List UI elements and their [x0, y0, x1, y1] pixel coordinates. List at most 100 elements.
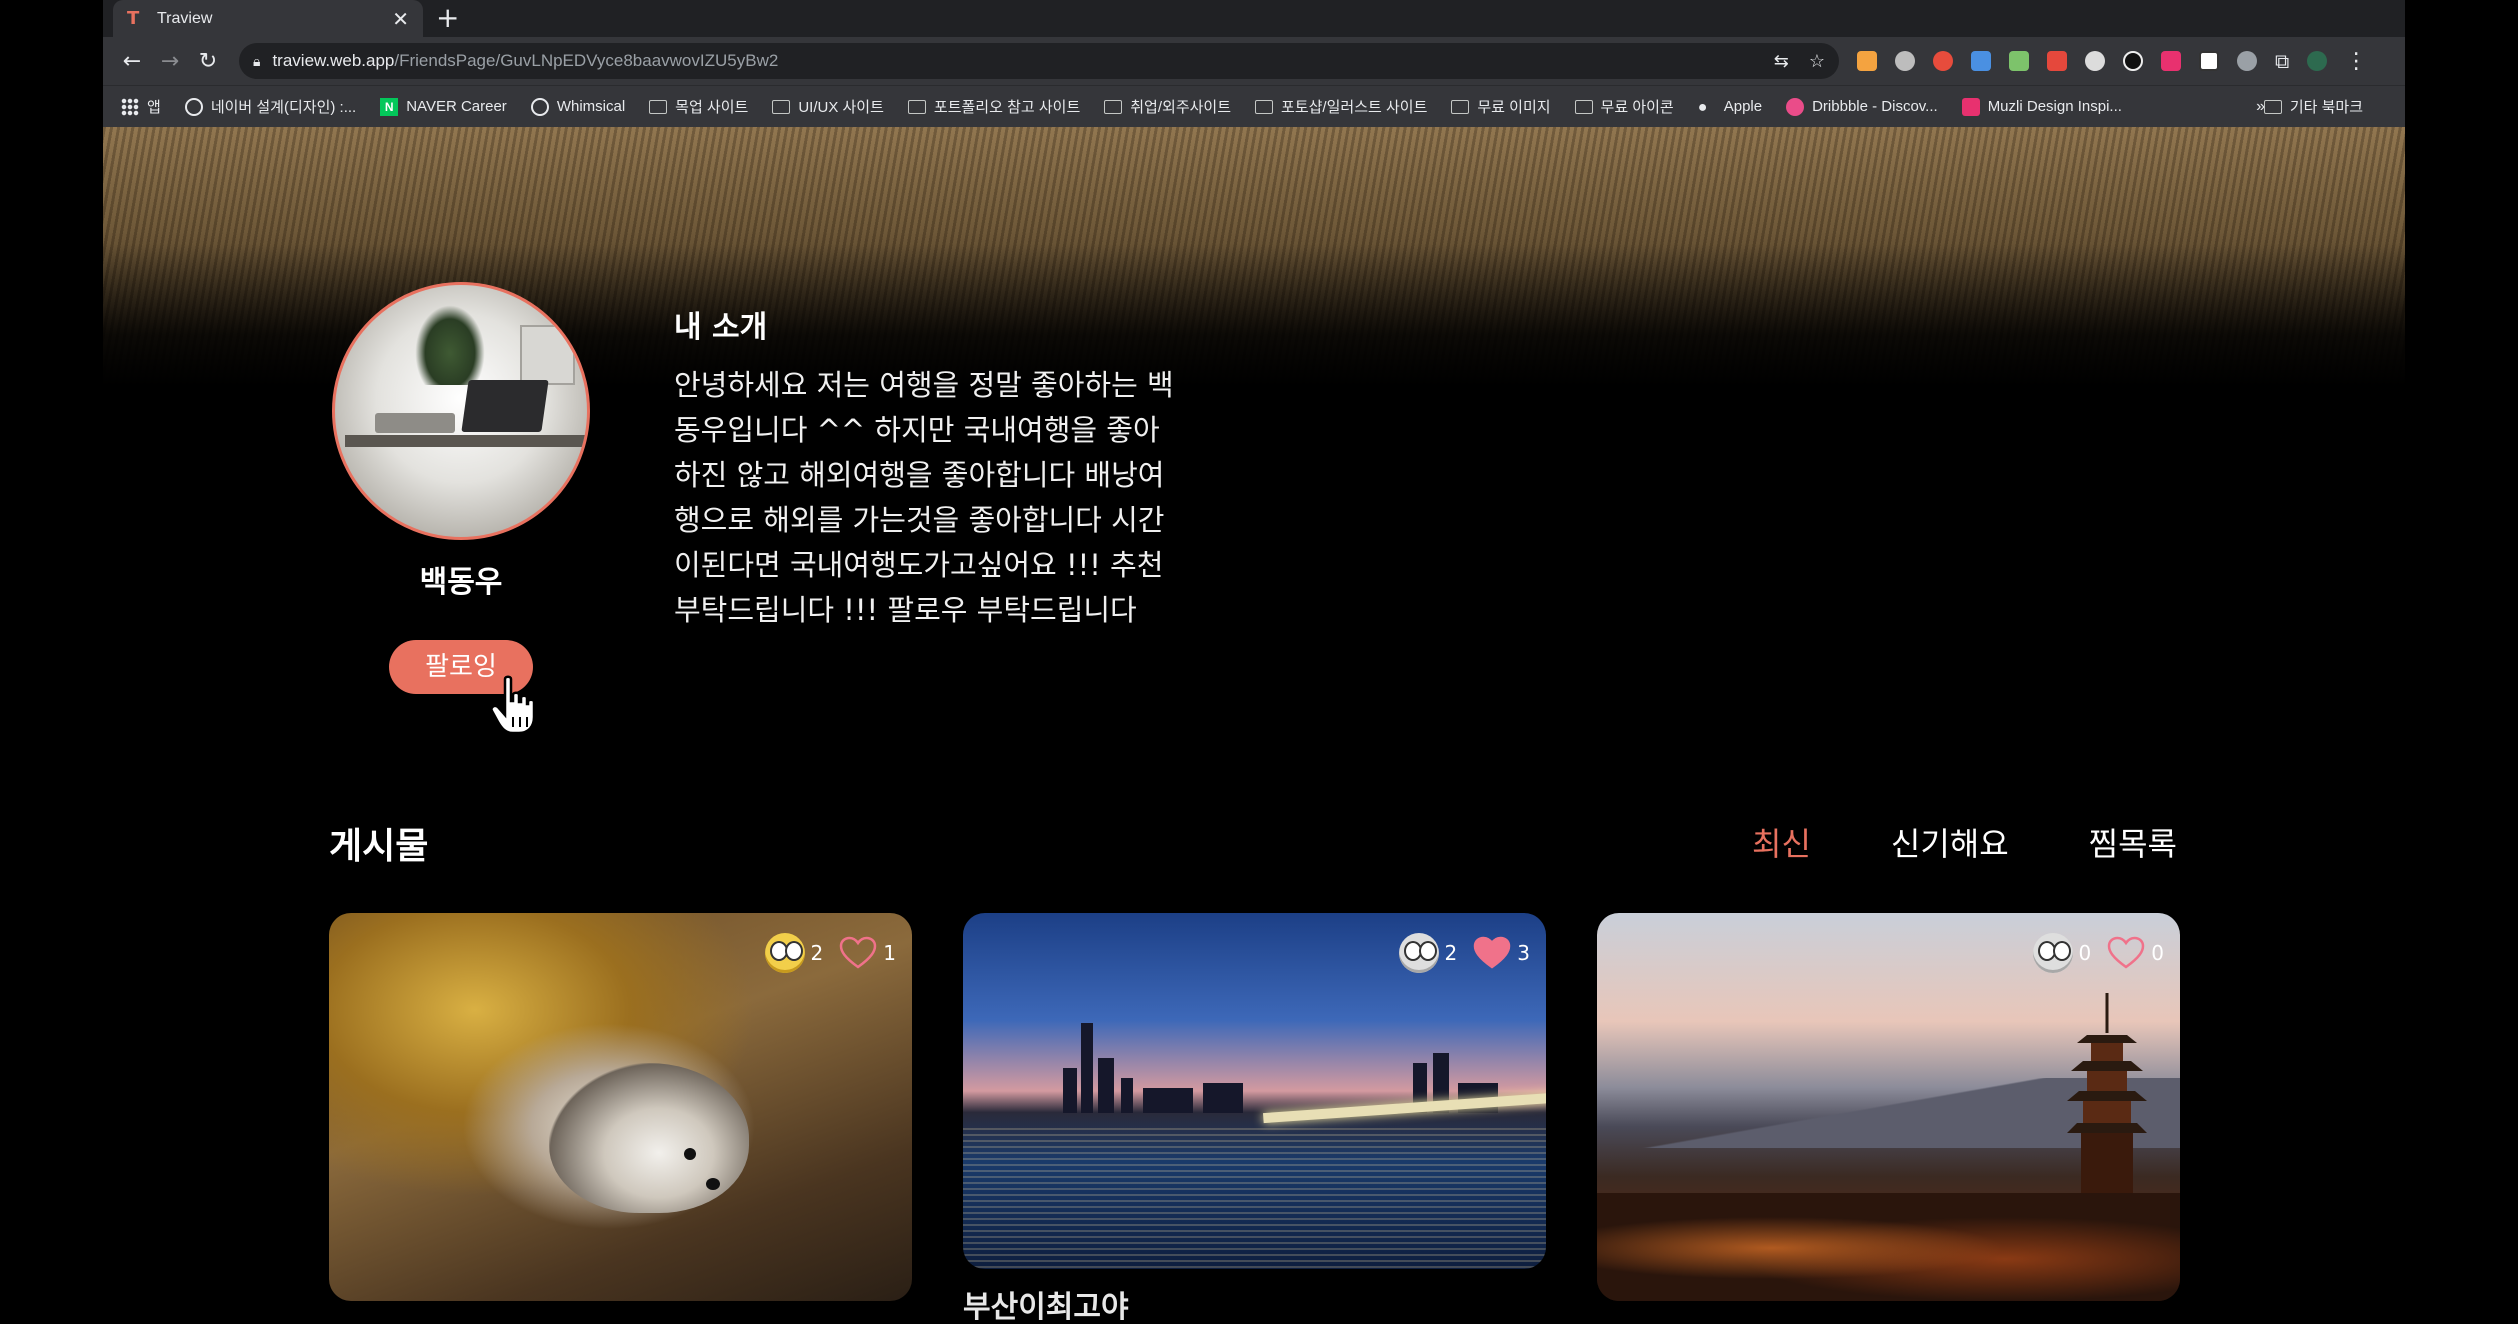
post-title[interactable]: 부산이최고야 [963, 1282, 1129, 1324]
new-tab-icon[interactable]: + [436, 2, 459, 34]
profile-avatar-icon[interactable] [2307, 51, 2328, 71]
bookmark-folder[interactable]: 포토샵/일러스트 사이트 [1255, 96, 1427, 117]
bookmark-label: NAVER Career [406, 98, 507, 115]
bookmark-label: 앱 [147, 99, 161, 116]
browser-toolbar: ← → ↻ 🔒︎ traview.web.app /FriendsPage/Gu… [103, 37, 2405, 85]
hedgehog-shape [549, 1063, 749, 1213]
bookmark-item[interactable]: N NAVER Career [380, 97, 507, 116]
bookmark-item[interactable]: Whimsical [530, 97, 626, 116]
laptop-shape [461, 380, 549, 432]
bookmark-label: Whimsical [556, 98, 626, 115]
folder-icon [2263, 99, 2282, 114]
notion-icon[interactable] [2199, 51, 2219, 71]
folder-icon [1104, 99, 1123, 114]
heart-outline-icon[interactable] [2107, 936, 2145, 970]
hedgehog-eye-shape [684, 1148, 696, 1160]
extension-icon[interactable] [1895, 51, 1915, 71]
bookmark-folder[interactable]: UI/UX 사이트 [772, 96, 884, 117]
puzzle-icon[interactable]: ⧉ [2275, 49, 2289, 73]
tab-amazing[interactable]: 신기해요 [1891, 819, 2009, 865]
heart-outline-icon[interactable] [839, 936, 877, 970]
pagoda-shape [2067, 993, 2147, 1193]
bookmark-folder[interactable]: 목업 사이트 [649, 96, 748, 117]
intro-title: 내 소개 [674, 310, 768, 345]
globe-icon [184, 97, 203, 116]
lock-icon[interactable]: 🔒︎ [253, 53, 260, 70]
heart-filled-icon[interactable] [1473, 936, 1511, 970]
post-stats: 0 0 [2032, 933, 2164, 973]
like-count: 1 [883, 941, 896, 965]
extension-icon[interactable] [1971, 51, 1991, 71]
browser-tab[interactable]: T Traview ✕ [113, 0, 423, 37]
bookmark-item[interactable]: Muzli Design Inspi... [1961, 97, 2122, 116]
laptop-shape [375, 413, 455, 433]
bookmark-folder[interactable]: 무료 이미지 [1451, 96, 1551, 117]
like-count: 0 [2151, 941, 2164, 965]
bookmark-label: 네이버 설계(디자인) :... [210, 99, 357, 116]
post-card[interactable]: 0 0 [1597, 913, 2180, 1301]
apple-icon: ● [1697, 98, 1708, 116]
bookmark-label: 취업/외주사이트 [1130, 99, 1232, 116]
tab-close-icon[interactable]: ✕ [392, 7, 409, 31]
bookmark-item[interactable]: ● Apple [1697, 98, 1763, 116]
tab-strip: T Traview ✕ + [103, 0, 2405, 37]
bookmarks-bar: 앱 네이버 설계(디자인) :... N NAVER Career Whimsic… [103, 85, 2405, 127]
bookmark-label: Muzli Design Inspi... [1987, 98, 2122, 115]
bookmark-folder[interactable]: 무료 아이콘 [1574, 96, 1674, 117]
naver-icon: N [380, 97, 399, 116]
friends-page: 백동우 팔로잉 내 소개 안녕하세요 저는 여행을 정말 좋아하는 백동우입니다… [103, 127, 2405, 1324]
extension-icon[interactable] [2123, 51, 2143, 71]
extension-icon[interactable] [1857, 51, 1877, 71]
bookmark-item[interactable]: Dribbble - Discov... [1786, 97, 1938, 116]
profile-name: 백동우 [419, 565, 503, 600]
tab-wishlist[interactable]: 찜목록 [2089, 819, 2177, 865]
muzli-icon [1961, 97, 1980, 116]
back-icon[interactable]: ← [113, 49, 151, 74]
traview-favicon-icon: T [127, 7, 140, 29]
left-letterbox [0, 0, 103, 1324]
reload-icon[interactable]: ↻ [189, 49, 227, 74]
browser-menu-icon[interactable]: ⋮ [2345, 49, 2367, 74]
post-card[interactable]: 2 1 [329, 913, 912, 1301]
browser-chrome: T Traview ✕ + ← → ↻ 🔒︎ traview.web.app /… [103, 0, 2405, 127]
wow-count: 0 [2078, 941, 2092, 965]
extension-icon[interactable] [2085, 51, 2105, 71]
folder-icon [907, 99, 926, 114]
extension-icon[interactable] [2009, 51, 2029, 71]
extension-icon[interactable] [1933, 51, 1953, 71]
extension-icon[interactable] [2047, 51, 2067, 71]
bookmark-item[interactable]: 네이버 설계(디자인) :... [184, 96, 357, 117]
wow-emoji-icon[interactable] [2032, 933, 2073, 973]
intro-text: 안녕하세요 저는 여행을 정말 좋아하는 백동우입니다 ^^ 하지만 국내여행을… [674, 368, 1174, 627]
post-card[interactable]: 2 3 [963, 913, 1546, 1269]
bookmark-label: 무료 아이콘 [1600, 99, 1674, 116]
bookmark-star-icon[interactable]: ☆ [1809, 51, 1825, 72]
right-letterbox [2405, 0, 2518, 1324]
monitor-shape [520, 325, 575, 385]
folder-icon [1574, 99, 1593, 114]
avatar [332, 282, 590, 540]
extension-icon[interactable] [2237, 51, 2257, 71]
translate-icon[interactable]: ⇆ [1774, 51, 1789, 72]
tab-title: Traview [157, 9, 213, 27]
plant-shape [415, 305, 485, 385]
bookmark-folder[interactable]: 포트폴리오 참고 사이트 [907, 96, 1080, 117]
other-bookmarks[interactable]: 기타 북마크 [2263, 96, 2363, 117]
hedgehog-nose-shape [706, 1178, 720, 1190]
posts-section-title: 게시물 [329, 826, 429, 867]
folder-icon [772, 99, 791, 114]
extension-icon[interactable] [2161, 51, 2181, 71]
bookmark-apps[interactable]: 앱 [121, 96, 161, 117]
sort-tabs: 최신 신기해요 찜목록 [1752, 819, 2177, 865]
bookmark-label: Apple [1723, 98, 1763, 115]
bookmark-folder[interactable]: 취업/외주사이트 [1104, 96, 1231, 117]
wow-emoji-icon[interactable] [1398, 933, 1439, 973]
wow-emoji-icon[interactable] [764, 933, 805, 973]
extensions-area: ⧉ [1857, 49, 2328, 73]
tab-latest[interactable]: 최신 [1752, 819, 1811, 865]
like-count: 3 [1517, 941, 1530, 965]
forward-icon[interactable]: → [151, 49, 189, 74]
url-host: traview.web.app [272, 51, 395, 70]
address-bar[interactable]: 🔒︎ traview.web.app /FriendsPage/GuvLNpED… [239, 43, 1839, 79]
bookmark-label: 기타 북마크 [2289, 99, 2363, 116]
